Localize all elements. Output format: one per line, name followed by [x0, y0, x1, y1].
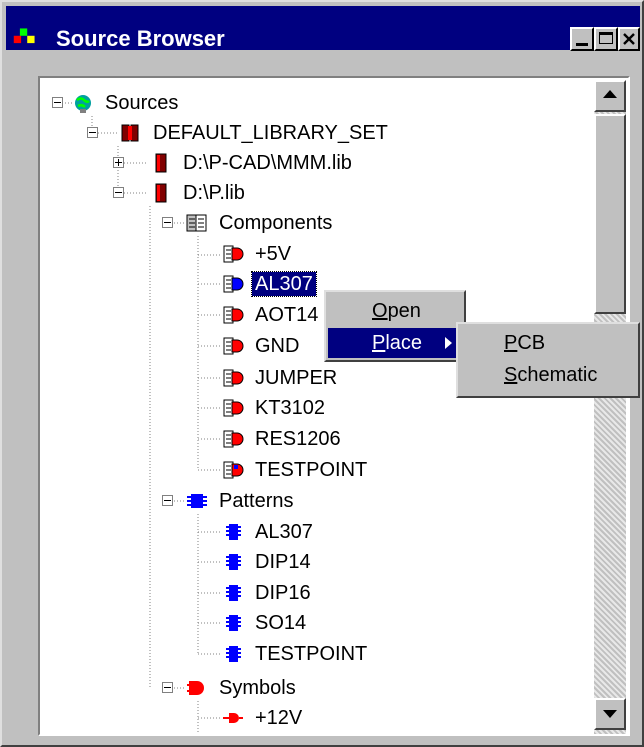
- tree-label: D:\P-CAD\MMM.lib: [183, 152, 352, 174]
- tree-label: DIP14: [255, 551, 311, 573]
- submenu-item-schematic[interactable]: Schematic: [460, 360, 636, 390]
- source-browser-window: Source Browser Sources DEFAULT_LIBRARY_S…: [0, 0, 644, 747]
- tree-label: AL307: [251, 271, 317, 297]
- collapse-symbols-toggle[interactable]: [162, 682, 173, 693]
- collapse-library-set-toggle[interactable]: [87, 127, 98, 138]
- component-icon: [223, 430, 244, 448]
- menu-item-label: Schematic: [504, 364, 598, 386]
- context-menu: Open Place: [324, 290, 466, 362]
- source-tree-panel[interactable]: Sources DEFAULT_LIBRARY_SET D:\P-CAD\MMM…: [38, 76, 630, 736]
- scroll-up-button[interactable]: [594, 80, 626, 112]
- tree-node-library-p[interactable]: D:\P.lib: [150, 178, 248, 208]
- pattern-icon: [226, 646, 241, 662]
- collapse-patterns-toggle[interactable]: [162, 495, 173, 506]
- menu-item-open[interactable]: Open: [328, 296, 462, 326]
- minimize-icon: [576, 43, 588, 46]
- tree-label: DIP16: [255, 582, 311, 604]
- tree-node-library-mmm[interactable]: D:\P-CAD\MMM.lib: [150, 148, 355, 178]
- components-folder-icon: [186, 214, 207, 232]
- tree-node-component[interactable]: KT3102: [222, 393, 328, 423]
- library-book-icon: [155, 153, 167, 173]
- scroll-down-button[interactable]: [594, 698, 626, 730]
- scroll-thumb[interactable]: [594, 114, 626, 314]
- library-set-books-icon: [121, 124, 139, 142]
- tree-node-component[interactable]: RES1206: [222, 424, 344, 454]
- tree-label: D:\P.lib: [183, 182, 245, 204]
- pattern-icon: [226, 554, 241, 570]
- arrow-down-icon: [603, 710, 617, 718]
- vertical-scrollbar[interactable]: [594, 80, 626, 734]
- tree-node-patterns[interactable]: Patterns: [186, 486, 296, 516]
- expand-mmm-lib-toggle[interactable]: [113, 157, 124, 168]
- tree-node-pattern[interactable]: SO14: [222, 608, 309, 638]
- tree-node-component-selected[interactable]: AL307: [222, 269, 317, 299]
- component-icon: [223, 275, 244, 293]
- tree-label: TESTPOINT: [255, 643, 368, 665]
- tree-node-pattern[interactable]: TESTPOINT: [222, 639, 370, 669]
- tree-node-symbols[interactable]: Symbols: [186, 673, 299, 703]
- menu-item-label: Open: [372, 300, 421, 322]
- window-title: Source Browser: [56, 26, 225, 51]
- component-icon: [223, 337, 244, 355]
- component-icon: [223, 399, 244, 417]
- tree-label: Sources: [105, 92, 179, 114]
- close-icon: [623, 33, 635, 45]
- tree-node-component[interactable]: AOT14: [222, 300, 321, 330]
- collapse-p-lib-toggle[interactable]: [113, 187, 124, 198]
- collapse-components-toggle[interactable]: [162, 217, 173, 228]
- tree-label: RES1206: [255, 428, 341, 450]
- tree-node-component[interactable]: TESTPOINT: [222, 455, 370, 485]
- pattern-icon: [226, 615, 241, 631]
- tree-node-pattern[interactable]: DIP14: [222, 547, 314, 577]
- minimize-button[interactable]: [570, 27, 594, 51]
- component-icon: [223, 461, 244, 479]
- pattern-icon: [226, 524, 241, 540]
- tree-node-pattern[interactable]: DIP16: [222, 578, 314, 608]
- tree-node-components[interactable]: Components: [186, 208, 335, 238]
- menu-item-place[interactable]: Place: [328, 328, 462, 358]
- tree-node-pattern[interactable]: AL307: [222, 517, 316, 547]
- submenu-arrow-icon: [445, 337, 452, 349]
- close-button[interactable]: [618, 27, 640, 51]
- tree-node-sources[interactable]: Sources: [72, 88, 181, 118]
- collapse-sources-toggle[interactable]: [52, 97, 63, 108]
- tree-node-library-set[interactable]: DEFAULT_LIBRARY_SET: [120, 118, 391, 148]
- tree-node-symbol[interactable]: +12V: [222, 703, 305, 733]
- symbol-icon: [223, 713, 243, 723]
- component-icon: [223, 369, 244, 387]
- tree-node-component[interactable]: JUMPER: [222, 363, 340, 393]
- tree-node-component[interactable]: +5V: [222, 239, 294, 269]
- tree-label: GND: [255, 335, 300, 357]
- maximize-icon: [599, 32, 613, 44]
- tree-label: Patterns: [219, 490, 294, 512]
- source-browser-app-icon: [13, 28, 35, 44]
- tree-node-component[interactable]: GND: [222, 331, 302, 361]
- component-icon: [223, 306, 244, 324]
- symbols-icon: [187, 681, 204, 695]
- tree-label: AL307: [255, 521, 313, 543]
- maximize-button[interactable]: [594, 27, 618, 51]
- tree-label: TESTPOINT: [255, 459, 368, 481]
- tree-label: JUMPER: [255, 367, 338, 389]
- pattern-icon: [226, 585, 241, 601]
- tree-label: Components: [219, 212, 333, 234]
- tree-label: KT3102: [255, 397, 326, 419]
- tree-label: +5V: [255, 243, 292, 265]
- place-submenu: PCB Schematic: [456, 322, 640, 398]
- patterns-chip-icon: [187, 494, 207, 508]
- tree-label: SO14: [255, 612, 307, 634]
- arrow-up-icon: [603, 90, 617, 98]
- tree-label: DEFAULT_LIBRARY_SET: [153, 122, 388, 144]
- globe-sources-icon: [75, 95, 91, 113]
- tree-label: +12V: [255, 707, 303, 729]
- component-icon: [223, 245, 244, 263]
- tree-label: AOT14: [255, 304, 319, 326]
- submenu-item-pcb[interactable]: PCB: [460, 328, 636, 358]
- tree-label: Symbols: [219, 677, 296, 699]
- menu-item-label: Place: [372, 332, 423, 354]
- menu-item-label: PCB: [504, 332, 546, 354]
- library-book-icon: [155, 183, 167, 203]
